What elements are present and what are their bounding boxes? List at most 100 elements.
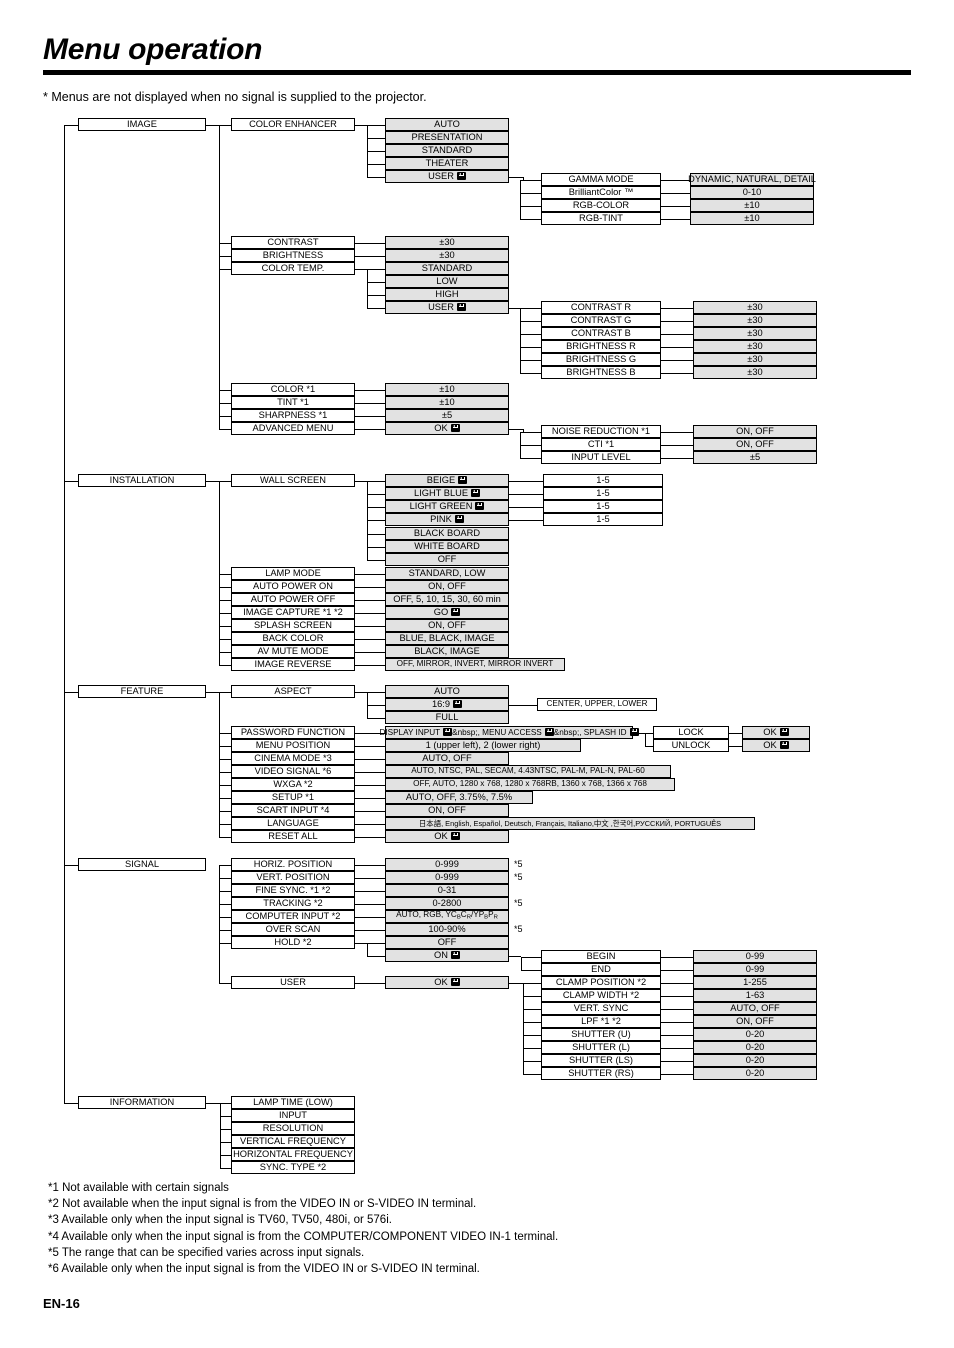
menu-node-tint-1: TINT *1 [231,396,355,409]
connector-line [661,1034,693,1036]
menu-box-label: STANDARD, LOW [408,567,486,578]
menu-box-label: 0-20 [745,1054,765,1065]
connector-line [729,732,742,734]
menu-box-label: GAMMA MODE [568,173,634,184]
connector-line [509,428,523,430]
menu-box-label: CINEMA MODE *3 [254,752,332,763]
menu-box-label: VERT. SYNC [573,1002,629,1013]
menu-value-video-signal-6: AUTO, NTSC, PAL, SECAM, 4.43NTSC, PAL-M,… [385,765,671,778]
connector-line [219,864,220,983]
menu-value-clamp-position-2: 1-255 [693,976,817,989]
menu-box-label: ±30 [439,236,455,247]
menu-box-label: DISPLAY INPUT &nbsp;, MENU ACCESS &nbsp;, … [379,727,639,737]
connector-line [509,480,543,482]
footnotes: *1 Not available with certain signals *2… [48,1180,558,1277]
menu-node-shutter-ls-: SHUTTER (LS) [541,1054,661,1067]
connector-line [661,956,693,958]
menu-box-label: ON, OFF [428,580,466,591]
connector-line [355,651,385,653]
menu-box-label: FEATURE [120,685,164,696]
connector-line [355,415,385,417]
connector-line [523,995,541,997]
menu-box-label: LOCK [678,726,704,737]
connector-line [219,877,231,879]
menu-node-auto-power-on: AUTO POWER ON [231,580,355,593]
menu-node-auto-power-off: AUTO POWER OFF [231,593,355,606]
connector-line [220,1167,231,1169]
connector-line [367,480,385,482]
connector-line [520,346,541,348]
connector-line [645,745,653,747]
menu-box-label: AUTO, OFF, 3.75%, 7.5% [405,791,513,802]
menu-box-label: 日本語, English, Español, Deutsch, Français… [418,818,722,828]
menu-option-color-temp-high: HIGH [385,288,509,301]
menu-node-aspect: ASPECT [231,685,355,698]
signal-note: * Menus are not displayed when no signal… [43,90,427,104]
menu-box-label: 0-2800 [432,897,462,908]
menu-box-label: 1-5 [596,474,610,485]
connector-line [219,625,231,627]
menu-value-auto-power-on: ON, OFF [385,580,509,593]
menu-box-label: ±30 [747,314,763,325]
connector-line [219,664,231,666]
menu-box-label: SHUTTER (LS) [568,1054,634,1065]
menu-node-sharpness-1: SHARPNESS *1 [231,409,355,422]
menu-value-contrast-g: ±30 [693,314,817,327]
menu-box-label: SHUTTER (L) [572,1041,630,1052]
menu-box-label: STANDARD [421,262,473,273]
connector-line [367,519,385,521]
connector-line [367,281,385,283]
menu-box-label: OK [763,740,789,750]
menu-box-label: SPLASH SCREEN [253,619,333,630]
connector-line [661,431,693,433]
menu-option-wall-white-board: WHITE BOARD [385,540,509,553]
connector-line [661,179,690,181]
connector-line [520,179,521,219]
menu-value-brightness-g: ±30 [693,353,817,366]
connector-line [219,890,231,892]
footnote-6: *6 Available only when the input signal … [48,1263,480,1276]
connector-line [521,956,541,958]
connector-line [509,506,543,508]
menu-box-label: RGB-COLOR [572,199,630,210]
connector-line [661,320,693,322]
menu-box-label: SCART INPUT *4 [256,804,330,815]
connector-line [633,732,645,734]
menu-box-label: CLAMP POSITION *2 [555,976,647,987]
menu-box-label: ON, OFF [736,1015,774,1026]
menu-box-label: TRACKING *2 [263,897,323,908]
connector-line [367,942,368,956]
menu-value-language: 日本語, English, Español, Deutsch, Français… [385,817,755,830]
menu-box-label: 0-31 [437,884,457,895]
menu-value-end: 0-99 [693,963,817,976]
menu-value-horiz-position: 0-999 [385,858,509,871]
menu-value-lpf-1-2: ON, OFF [693,1015,817,1028]
enter-key-icon [453,699,463,708]
menu-node-clamp-position-2: CLAMP POSITION *2 [541,976,661,989]
connector-line [64,691,78,693]
menu-node-tracking-2: TRACKING *2 [231,897,355,910]
menu-option-wall-beige: BEIGE [385,474,509,487]
connector-line [220,1128,231,1130]
menu-box-label: ±30 [747,366,763,377]
menu-option-lock: LOCK [653,726,729,739]
menu-box-label: VERTICAL FREQUENCY [240,1135,346,1146]
menu-box-label: SIGNAL [124,858,160,869]
menu-node-resolution: RESOLUTION [231,1122,355,1135]
enter-key-icon [450,423,460,432]
connector-line [661,1021,693,1023]
menu-box-label: OK [434,831,460,841]
connector-line [219,612,231,614]
menu-node-input: INPUT [231,1109,355,1122]
menu-value-unlock-ok: OK [742,739,810,752]
menu-box-label: ON, OFF [736,438,774,449]
connector-line [523,1008,541,1010]
connector-line [661,1060,693,1062]
connector-line [367,506,385,508]
connector-line [520,205,541,207]
connector-line [219,415,231,417]
menu-option-color-temp-user: USER [385,301,509,314]
connector-line [355,612,385,614]
menu-box-label: ±10 [744,212,760,223]
menu-box-label: WHITE BOARD [414,540,480,551]
